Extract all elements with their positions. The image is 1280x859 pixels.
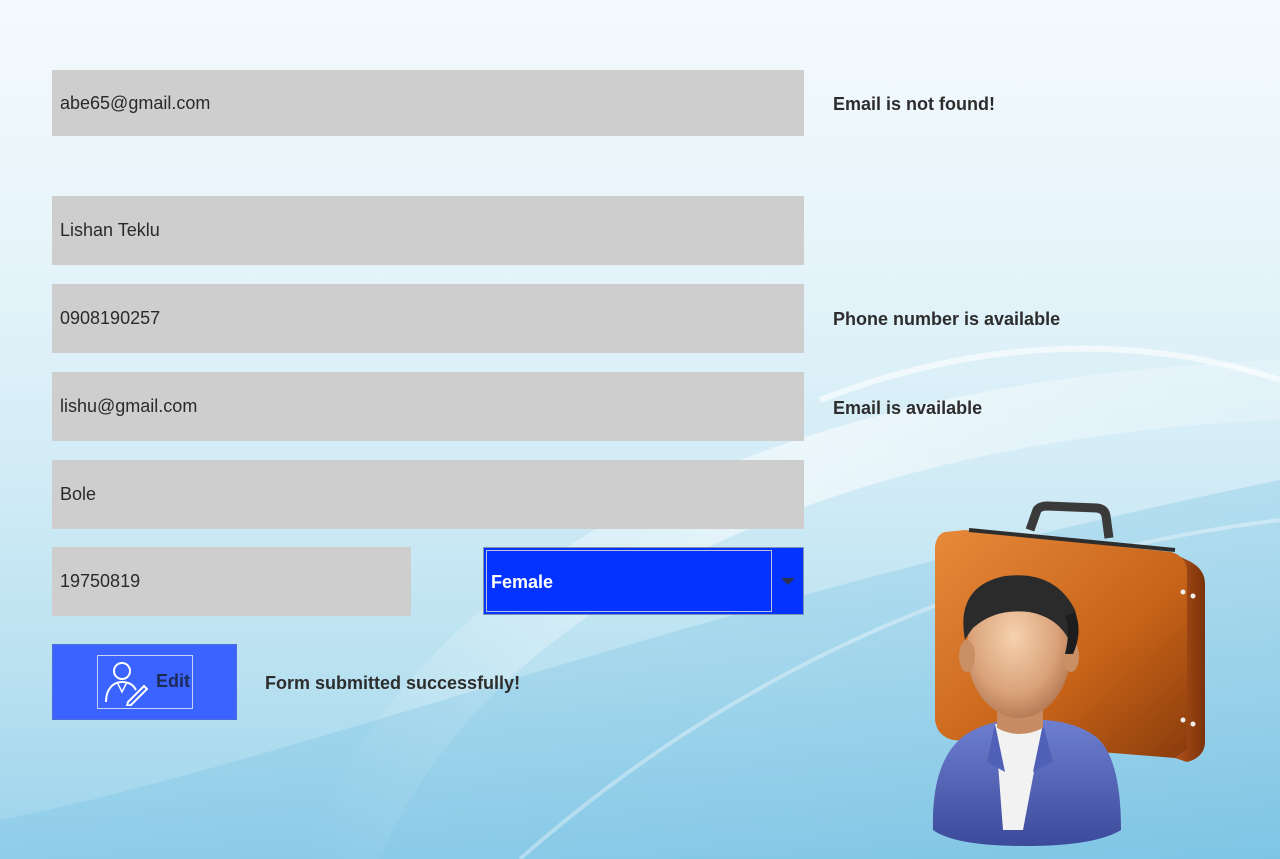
submit-status: Form submitted successfully! [265,673,521,693]
gender-select[interactable]: Female [483,547,804,615]
edit-button-face: Edit [97,655,193,709]
search-email-status: Email is not found! [833,94,995,114]
businessman-briefcase-icon [932,501,1205,846]
phone-status: Phone number is available [833,309,1061,329]
user-edit-icon [105,662,148,706]
chevron-down-icon [781,578,795,585]
edit-button[interactable]: Edit [52,644,237,720]
search-email-input[interactable] [52,70,804,136]
edit-button-label: Edit [156,671,190,691]
phone-input[interactable] [52,284,804,353]
email-status: Email is available [833,398,983,418]
address-input[interactable] [52,460,804,529]
birth-date-input[interactable] [52,547,411,616]
email-input[interactable] [52,372,804,441]
full-name-input[interactable] [52,196,804,265]
gender-dropdown-button[interactable] [772,548,803,614]
gender-selected-value: Female [486,550,772,612]
